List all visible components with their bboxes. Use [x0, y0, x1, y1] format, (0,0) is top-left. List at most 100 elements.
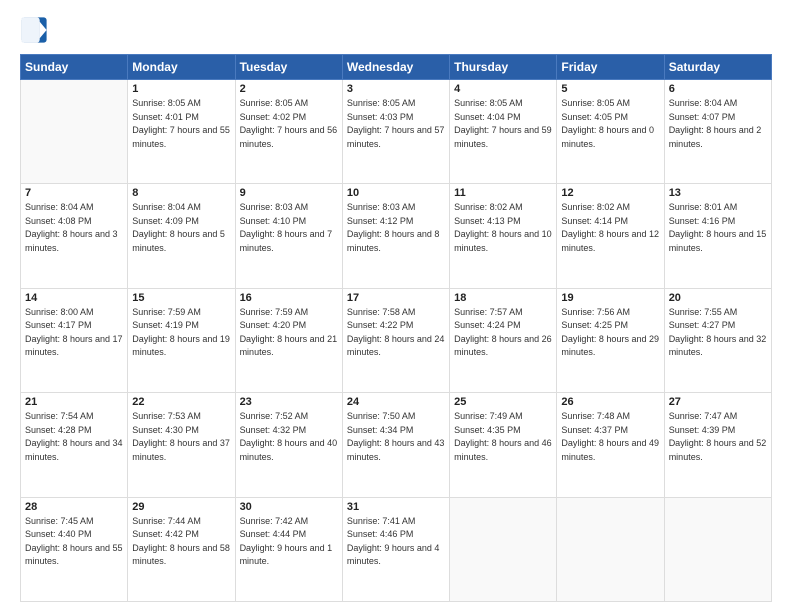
calendar-cell: 20 Sunrise: 7:55 AMSunset: 4:27 PMDayligh…	[664, 288, 771, 392]
calendar-cell: 8Sunrise: 8:04 AMSunset: 4:09 PMDaylight…	[128, 184, 235, 288]
day-info: Sunrise: 7:59 AMSunset: 4:20 PMDaylight:…	[240, 306, 338, 360]
day-info: Sunrise: 8:00 AMSunset: 4:17 PMDaylight:…	[25, 306, 123, 360]
day-number: 2	[240, 83, 338, 95]
day-info: Sunrise: 7:41 AMSunset: 4:46 PMDaylight:…	[347, 515, 445, 569]
day-number: 13	[669, 187, 767, 199]
calendar-cell: 13 Sunrise: 8:01 AMSunset: 4:16 PMDayligh…	[664, 184, 771, 288]
day-number: 7	[25, 187, 123, 199]
day-info: Sunrise: 7:50 AMSunset: 4:34 PMDaylight:…	[347, 410, 445, 464]
calendar-cell: 26 Sunrise: 7:48 AMSunset: 4:37 PMDayligh…	[557, 393, 664, 497]
day-number: 26	[561, 396, 659, 408]
day-number: 24	[347, 396, 445, 408]
day-info: Sunrise: 8:04 AMSunset: 4:07 PMDaylight:…	[669, 97, 767, 151]
day-info: Sunrise: 8:05 AMSunset: 4:02 PMDaylight:…	[240, 97, 338, 151]
calendar-cell: 30Sunrise: 7:42 AMSunset: 4:44 PMDayligh…	[235, 497, 342, 601]
calendar-cell: 6 Sunrise: 8:04 AMSunset: 4:07 PMDaylight…	[664, 80, 771, 184]
day-number: 4	[454, 83, 552, 95]
weekday-header-thursday: Thursday	[450, 55, 557, 80]
day-info: Sunrise: 8:03 AMSunset: 4:12 PMDaylight:…	[347, 201, 445, 255]
day-number: 20	[669, 292, 767, 304]
day-number: 29	[132, 501, 230, 513]
calendar-week-row: 21 Sunrise: 7:54 AMSunset: 4:28 PMDayligh…	[21, 393, 772, 497]
calendar-cell: 24 Sunrise: 7:50 AMSunset: 4:34 PMDayligh…	[342, 393, 449, 497]
day-number: 14	[25, 292, 123, 304]
day-number: 9	[240, 187, 338, 199]
day-number: 25	[454, 396, 552, 408]
weekday-header-tuesday: Tuesday	[235, 55, 342, 80]
day-info: Sunrise: 7:54 AMSunset: 4:28 PMDaylight:…	[25, 410, 123, 464]
day-info: Sunrise: 7:48 AMSunset: 4:37 PMDaylight:…	[561, 410, 659, 464]
day-number: 12	[561, 187, 659, 199]
calendar-week-row: 1 Sunrise: 8:05 AMSunset: 4:01 PMDaylight…	[21, 80, 772, 184]
weekday-header-friday: Friday	[557, 55, 664, 80]
day-number: 5	[561, 83, 659, 95]
day-number: 21	[25, 396, 123, 408]
day-number: 17	[347, 292, 445, 304]
day-number: 15	[132, 292, 230, 304]
day-info: Sunrise: 7:56 AMSunset: 4:25 PMDaylight:…	[561, 306, 659, 360]
calendar-cell: 19 Sunrise: 7:56 AMSunset: 4:25 PMDayligh…	[557, 288, 664, 392]
day-number: 8	[132, 187, 230, 199]
calendar-cell: 2 Sunrise: 8:05 AMSunset: 4:02 PMDaylight…	[235, 80, 342, 184]
day-number: 23	[240, 396, 338, 408]
calendar-cell: 31 Sunrise: 7:41 AMSunset: 4:46 PMDayligh…	[342, 497, 449, 601]
day-info: Sunrise: 7:44 AMSunset: 4:42 PMDaylight:…	[132, 515, 230, 569]
day-info: Sunrise: 8:05 AMSunset: 4:05 PMDaylight:…	[561, 97, 659, 151]
calendar-cell: 16 Sunrise: 7:59 AMSunset: 4:20 PMDayligh…	[235, 288, 342, 392]
day-number: 31	[347, 501, 445, 513]
calendar-week-row: 14 Sunrise: 8:00 AMSunset: 4:17 PMDayligh…	[21, 288, 772, 392]
calendar-cell: 29 Sunrise: 7:44 AMSunset: 4:42 PMDayligh…	[128, 497, 235, 601]
day-number: 1	[132, 83, 230, 95]
day-info: Sunrise: 7:42 AMSunset: 4:44 PMDaylight:…	[240, 515, 338, 569]
weekday-header-saturday: Saturday	[664, 55, 771, 80]
calendar-cell: 27Sunrise: 7:47 AMSunset: 4:39 PMDayligh…	[664, 393, 771, 497]
calendar-cell	[557, 497, 664, 601]
day-info: Sunrise: 8:02 AMSunset: 4:14 PMDaylight:…	[561, 201, 659, 255]
calendar-cell: 25Sunrise: 7:49 AMSunset: 4:35 PMDayligh…	[450, 393, 557, 497]
day-number: 22	[132, 396, 230, 408]
weekday-header-wednesday: Wednesday	[342, 55, 449, 80]
day-info: Sunrise: 8:03 AMSunset: 4:10 PMDaylight:…	[240, 201, 338, 255]
day-number: 3	[347, 83, 445, 95]
calendar-cell: 23Sunrise: 7:52 AMSunset: 4:32 PMDayligh…	[235, 393, 342, 497]
calendar-table: SundayMondayTuesdayWednesdayThursdayFrid…	[20, 54, 772, 602]
page: SundayMondayTuesdayWednesdayThursdayFrid…	[0, 0, 792, 612]
weekday-header-sunday: Sunday	[21, 55, 128, 80]
calendar-cell: 9 Sunrise: 8:03 AMSunset: 4:10 PMDaylight…	[235, 184, 342, 288]
day-number: 18	[454, 292, 552, 304]
calendar-cell: 17 Sunrise: 7:58 AMSunset: 4:22 PMDayligh…	[342, 288, 449, 392]
day-info: Sunrise: 7:59 AMSunset: 4:19 PMDaylight:…	[132, 306, 230, 360]
header	[20, 16, 772, 44]
calendar-cell: 15 Sunrise: 7:59 AMSunset: 4:19 PMDayligh…	[128, 288, 235, 392]
day-info: Sunrise: 8:01 AMSunset: 4:16 PMDaylight:…	[669, 201, 767, 255]
day-info: Sunrise: 7:55 AMSunset: 4:27 PMDaylight:…	[669, 306, 767, 360]
day-info: Sunrise: 7:45 AMSunset: 4:40 PMDaylight:…	[25, 515, 123, 569]
calendar-cell: 14 Sunrise: 8:00 AMSunset: 4:17 PMDayligh…	[21, 288, 128, 392]
calendar-cell	[450, 497, 557, 601]
day-number: 11	[454, 187, 552, 199]
day-info: Sunrise: 7:58 AMSunset: 4:22 PMDaylight:…	[347, 306, 445, 360]
day-info: Sunrise: 7:57 AMSunset: 4:24 PMDaylight:…	[454, 306, 552, 360]
calendar-cell: 7 Sunrise: 8:04 AMSunset: 4:08 PMDaylight…	[21, 184, 128, 288]
day-info: Sunrise: 7:53 AMSunset: 4:30 PMDaylight:…	[132, 410, 230, 464]
calendar-cell: 4 Sunrise: 8:05 AMSunset: 4:04 PMDaylight…	[450, 80, 557, 184]
day-number: 6	[669, 83, 767, 95]
day-info: Sunrise: 8:04 AMSunset: 4:08 PMDaylight:…	[25, 201, 123, 255]
calendar-cell	[21, 80, 128, 184]
calendar-week-row: 7 Sunrise: 8:04 AMSunset: 4:08 PMDaylight…	[21, 184, 772, 288]
calendar-cell: 28 Sunrise: 7:45 AMSunset: 4:40 PMDayligh…	[21, 497, 128, 601]
day-number: 28	[25, 501, 123, 513]
calendar-cell: 22 Sunrise: 7:53 AMSunset: 4:30 PMDayligh…	[128, 393, 235, 497]
day-number: 19	[561, 292, 659, 304]
calendar-cell	[664, 497, 771, 601]
day-info: Sunrise: 8:05 AMSunset: 4:04 PMDaylight:…	[454, 97, 552, 151]
day-number: 16	[240, 292, 338, 304]
day-info: Sunrise: 8:05 AMSunset: 4:01 PMDaylight:…	[132, 97, 230, 151]
day-info: Sunrise: 8:02 AMSunset: 4:13 PMDaylight:…	[454, 201, 552, 255]
calendar-cell: 10 Sunrise: 8:03 AMSunset: 4:12 PMDayligh…	[342, 184, 449, 288]
calendar-cell: 12 Sunrise: 8:02 AMSunset: 4:14 PMDayligh…	[557, 184, 664, 288]
calendar-cell: 18 Sunrise: 7:57 AMSunset: 4:24 PMDayligh…	[450, 288, 557, 392]
day-number: 10	[347, 187, 445, 199]
calendar-cell: 3Sunrise: 8:05 AMSunset: 4:03 PMDaylight…	[342, 80, 449, 184]
calendar-cell: 21 Sunrise: 7:54 AMSunset: 4:28 PMDayligh…	[21, 393, 128, 497]
